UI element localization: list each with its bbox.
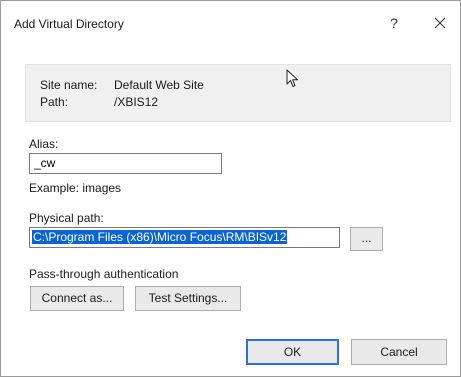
physical-path-label: Physical path:: [29, 211, 104, 225]
site-name-value: Default Web Site: [114, 78, 204, 92]
cancel-button[interactable]: Cancel: [351, 339, 447, 365]
alias-input[interactable]: _cw: [29, 153, 222, 174]
ok-button[interactable]: OK: [246, 339, 339, 365]
alias-example-text: Example: images: [29, 181, 122, 195]
close-button[interactable]: [429, 12, 451, 34]
close-icon: [434, 17, 446, 29]
title-bar: Add Virtual Directory ?: [1, 1, 460, 41]
browse-button[interactable]: ...: [350, 227, 383, 251]
physical-path-selected-text: C:\Program Files (x86)\Micro Focus\RM\BI…: [32, 230, 288, 244]
path-value: /XBIS12: [114, 95, 159, 109]
site-info-panel: Site name: Default Web Site Path: /XBIS1…: [25, 64, 451, 122]
site-name-label: Site name:: [40, 78, 98, 92]
test-settings-button[interactable]: Test Settings...: [135, 286, 241, 311]
dialog-title: Add Virtual Directory: [14, 17, 124, 31]
mouse-pointer-icon: [286, 69, 298, 87]
add-virtual-directory-dialog: Add Virtual Directory ? Site name: Defau…: [0, 0, 461, 377]
path-label: Path:: [40, 95, 69, 109]
help-button[interactable]: ?: [384, 12, 404, 34]
connect-as-button[interactable]: Connect as...: [30, 286, 124, 311]
alias-label: Alias:: [29, 137, 59, 151]
pass-through-auth-label: Pass-through authentication: [29, 267, 179, 281]
physical-path-input[interactable]: C:\Program Files (x86)\Micro Focus\RM\BI…: [29, 227, 340, 248]
